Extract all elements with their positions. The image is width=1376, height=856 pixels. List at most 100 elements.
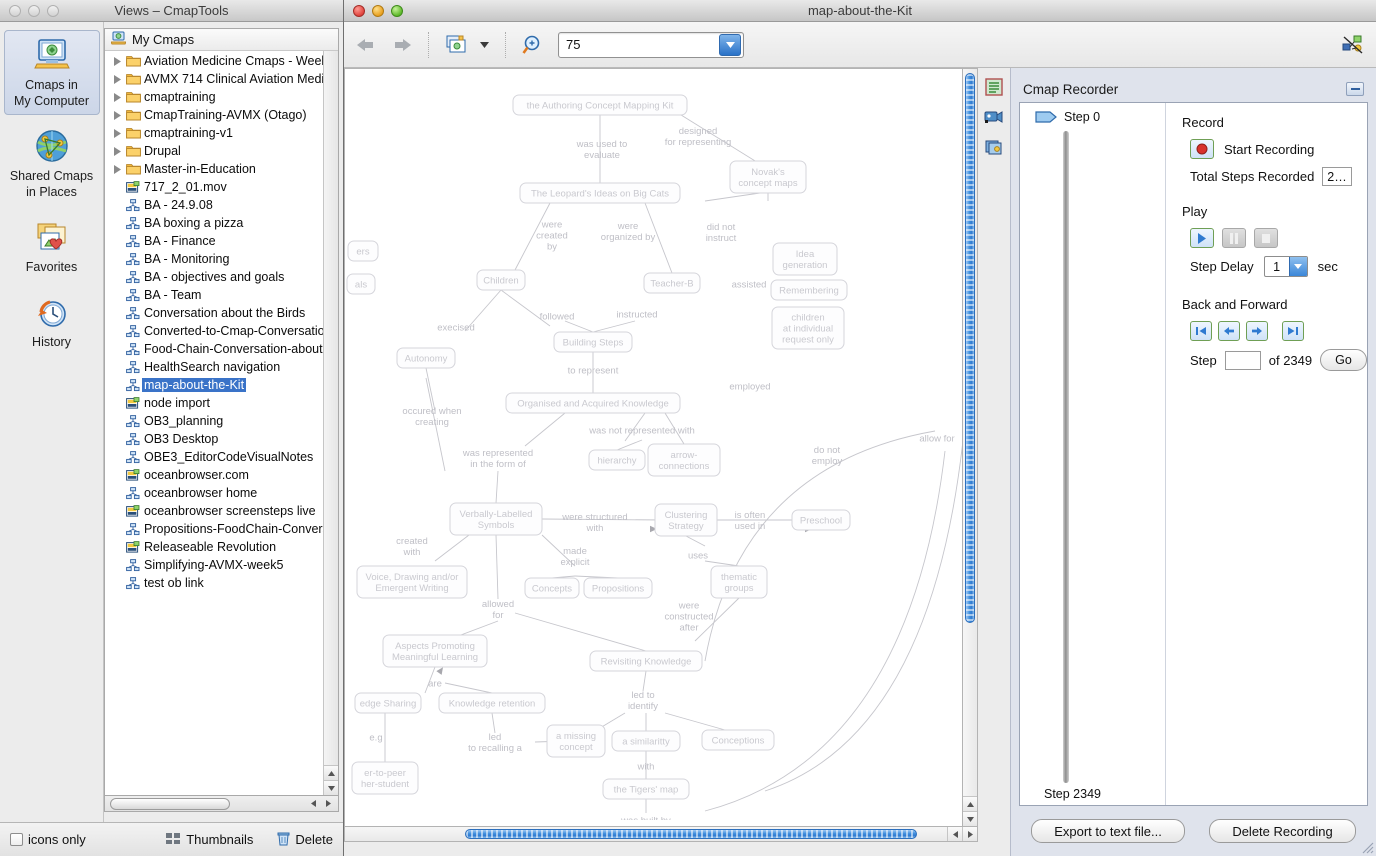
icons-only-checkbox[interactable]: icons only — [10, 832, 86, 847]
tree-row[interactable]: OB3 Desktop — [105, 430, 338, 448]
recorder-panel-icon[interactable] — [983, 106, 1005, 128]
cmap-node[interactable]: Remembering — [771, 280, 847, 300]
cmap-views-icon[interactable] — [443, 32, 469, 58]
views-titlebar[interactable]: Views – CmapTools — [0, 0, 343, 22]
skip-to-start-icon[interactable] — [1190, 321, 1212, 341]
zoom-button[interactable] — [391, 5, 403, 17]
cmap-node[interactable]: Children — [477, 270, 525, 290]
tree-scroll-area[interactable]: Aviation Medicine Cmaps - WeekAVMX 714 C… — [105, 51, 338, 795]
expand-triangle-icon[interactable] — [111, 75, 124, 84]
expand-triangle-icon[interactable] — [111, 165, 124, 174]
notes-panel-icon[interactable] — [983, 76, 1005, 98]
scroll-right-arrow[interactable] — [962, 827, 977, 841]
tree-row[interactable]: BA - Team — [105, 286, 338, 304]
views-window-controls[interactable] — [0, 5, 59, 17]
tree-row[interactable]: Propositions-FoodChain-Convers — [105, 520, 338, 538]
cmap-node[interactable]: edge Sharing — [355, 693, 421, 713]
cmap-node[interactable]: ClusteringStrategy — [655, 504, 717, 536]
scroll-arrows[interactable] — [947, 827, 977, 841]
cmap-node[interactable]: arrow-connections — [648, 444, 720, 476]
scrollbar-thumb[interactable] — [110, 798, 230, 810]
tree-row[interactable]: oceanbrowser home — [105, 484, 338, 502]
tree-row[interactable]: cmaptraining-v1 — [105, 124, 338, 142]
cmap-node[interactable]: Organised and Acquired Knowledge — [506, 393, 680, 413]
sidebar-item-cmaps-in-my-computer[interactable]: Cmaps in My Computer — [4, 30, 100, 115]
skip-to-end-icon[interactable] — [1282, 321, 1304, 341]
cmap-node[interactable]: Aspects PromotingMeaningful Learning — [383, 635, 487, 667]
canvas-vertical-scrollbar[interactable] — [963, 68, 978, 827]
zoom-button[interactable] — [47, 5, 59, 17]
cmap-node[interactable]: Concepts — [525, 578, 579, 598]
tree-row[interactable]: OB3_planning — [105, 412, 338, 430]
step-delay-value[interactable]: 1 — [1265, 260, 1289, 274]
cmap-node[interactable]: the Tigers' map — [603, 779, 689, 799]
sidebar-item-favorites[interactable]: Favorites — [4, 212, 100, 281]
cmap-node[interactable]: Novak'sconcept maps — [730, 161, 806, 193]
expand-triangle-icon[interactable] — [111, 111, 124, 120]
cmap-node[interactable]: Building Steps — [554, 332, 632, 352]
scrollbar-thumb[interactable] — [965, 73, 975, 623]
export-to-text-file-button[interactable]: Export to text file... — [1031, 819, 1185, 843]
scroll-left-arrow[interactable] — [947, 827, 962, 841]
cmap-node[interactable]: als — [347, 274, 375, 294]
tree-row[interactable]: AVMX 714 Clinical Aviation Medi — [105, 70, 338, 88]
cmap-node[interactable]: Verbally-LabelledSymbols — [450, 503, 542, 535]
zoom-input[interactable]: 75 — [559, 37, 719, 52]
chevron-down-icon[interactable] — [1289, 257, 1307, 276]
zoom-dropdown-button[interactable] — [719, 34, 741, 56]
cmap-nodes[interactable]: the Authoring Concept Mapping KitThe Leo… — [347, 95, 850, 799]
canvas-horizontal-scrollbar[interactable] — [344, 827, 978, 842]
sidebar-item-shared-cmaps-in-places[interactable]: Shared Cmaps in Places — [4, 121, 100, 206]
cmap-node[interactable]: Revisiting Knowledge — [590, 651, 702, 671]
expand-triangle-icon[interactable] — [111, 147, 124, 156]
cmap-node[interactable]: Voice, Drawing and/orEmergent Writing — [357, 566, 467, 598]
expand-triangle-icon[interactable] — [111, 57, 124, 66]
cmap-node[interactable]: Conceptions — [702, 730, 774, 750]
tree-row[interactable]: OBE3_EditorCodeVisualNotes — [105, 448, 338, 466]
expand-triangle-icon[interactable] — [111, 93, 124, 102]
minimize-icon[interactable] — [1346, 82, 1364, 96]
tree-row[interactable]: Releaseable Revolution — [105, 538, 338, 556]
go-button[interactable]: Go — [1320, 349, 1367, 371]
steps-timeline[interactable]: Step 0 Step 2349 — [1020, 103, 1166, 805]
record-dot-icon[interactable] — [1190, 139, 1214, 159]
tree-horizontal-scrollbar[interactable] — [104, 796, 339, 812]
resize-grip-icon[interactable] — [1362, 842, 1374, 854]
tree-row[interactable]: BA - 24.9.08 — [105, 196, 338, 214]
cmap-node[interactable]: er-to-peerher-student — [352, 762, 418, 794]
stop-icon[interactable] — [1254, 228, 1278, 248]
cmap-node[interactable]: ers — [348, 241, 378, 261]
main-window-controls[interactable] — [344, 5, 403, 17]
scroll-right-arrow[interactable] — [322, 797, 335, 810]
close-button[interactable] — [9, 5, 21, 17]
cmap-node[interactable]: Autonomy — [397, 348, 455, 368]
cmap-node[interactable]: Knowledge retention — [439, 693, 545, 713]
back-arrow-icon[interactable] — [354, 32, 380, 58]
tree-row[interactable]: BA - Monitoring — [105, 250, 338, 268]
delete-button[interactable]: Delete — [277, 831, 333, 849]
scrollbar-thumb[interactable] — [465, 829, 917, 839]
scroll-up-arrow[interactable] — [324, 765, 338, 780]
tree-row[interactable]: Conversation about the Birds — [105, 304, 338, 322]
cmap-node[interactable]: hierarchy — [589, 450, 645, 470]
tree-row[interactable]: cmaptraining — [105, 88, 338, 106]
cmap-node[interactable]: Preschool — [792, 510, 850, 530]
delete-recording-button[interactable]: Delete Recording — [1209, 819, 1355, 843]
cmap-node[interactable]: the Authoring Concept Mapping Kit — [513, 95, 687, 115]
pause-icon[interactable] — [1222, 228, 1246, 248]
goto-step-row[interactable]: Step of 2349 Go — [1182, 349, 1367, 371]
tree-row[interactable]: oceanbrowser.com — [105, 466, 338, 484]
tree-row[interactable]: BA boxing a pizza — [105, 214, 338, 232]
concept-map-canvas[interactable]: was used toevaluatedesignedfor represent… — [344, 68, 963, 827]
tree-row[interactable]: Food-Chain-Conversation-about — [105, 340, 338, 358]
step-delay-row[interactable]: Step Delay 1 sec — [1182, 256, 1367, 277]
minimize-button[interactable] — [372, 5, 384, 17]
close-button[interactable] — [353, 5, 365, 17]
play-controls-row[interactable] — [1182, 228, 1367, 248]
tree-row[interactable]: BA - objectives and goals — [105, 268, 338, 286]
cmap-node[interactable]: Teacher-B — [644, 273, 700, 293]
thumbnails-button[interactable]: Thumbnails — [165, 831, 253, 848]
scroll-left-arrow[interactable] — [307, 797, 320, 810]
tree-row[interactable]: oceanbrowser screensteps live — [105, 502, 338, 520]
tree-row[interactable]: BA - Finance — [105, 232, 338, 250]
